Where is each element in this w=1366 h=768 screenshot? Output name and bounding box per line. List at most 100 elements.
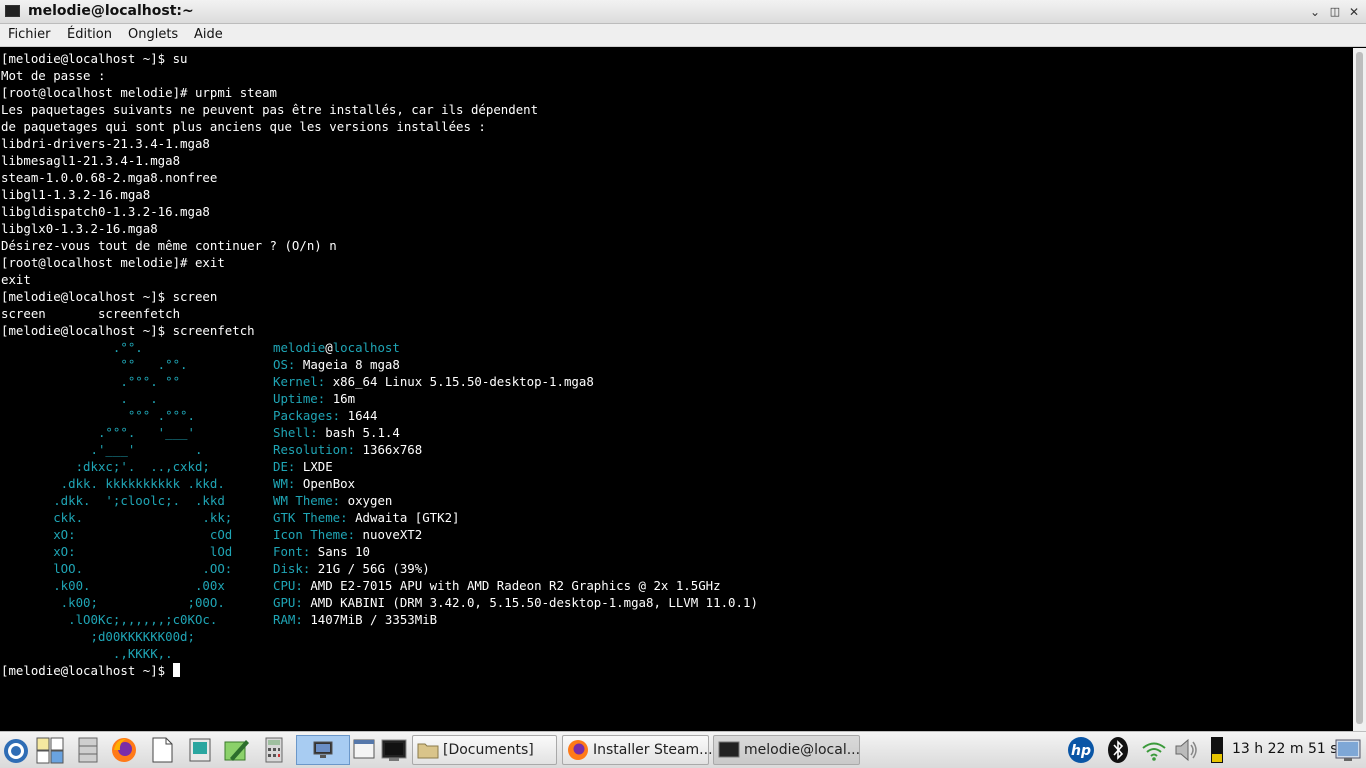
scrollbar-thumb[interactable]: [1356, 52, 1363, 724]
ascii-logo-line: .°°°. °°: [1, 374, 181, 389]
ascii-logo-line: lOO. .OO:: [1, 561, 233, 576]
fetch-sep: [310, 544, 317, 559]
task-terminal[interactable]: melodie@local...: [713, 735, 860, 765]
firefox-icon[interactable]: [110, 736, 138, 764]
fetch-info-line: Kernel: x86_64 Linux 5.15.50-desktop-1.m…: [273, 373, 594, 390]
fetch-host: localhost: [332, 340, 400, 355]
folder-icon: [417, 743, 439, 759]
fetch-value: 21G / 56G (39%): [317, 561, 430, 576]
taskbar: [Documents] Installer Steam... melodie@l…: [0, 731, 1366, 768]
fetch-sep: [325, 374, 332, 389]
terminal-scrollbar[interactable]: [1353, 48, 1366, 731]
fetch-sep: [340, 493, 347, 508]
volume-icon[interactable]: [1172, 736, 1200, 764]
fetch-key: WM:: [273, 476, 296, 491]
pencil-editor-icon[interactable]: [222, 736, 250, 764]
ascii-logo-line: .k00. .00x: [1, 578, 225, 593]
task-firefox[interactable]: Installer Steam...: [562, 735, 713, 765]
ascii-logo-line: °°° .°°°.: [1, 408, 195, 423]
window-list-icon[interactable]: [352, 736, 376, 764]
fetch-sep: [348, 510, 355, 525]
fetch-key: DE:: [273, 459, 296, 474]
fetch-sep: [295, 476, 302, 491]
fetch-sep: [295, 459, 302, 474]
fetch-info-line: Disk: 21G / 56G (39%): [273, 560, 430, 577]
show-desktop-icon[interactable]: [1334, 736, 1362, 764]
image-viewer-icon[interactable]: [186, 736, 214, 764]
ascii-logo-line: .'___' .: [1, 442, 203, 457]
terminal-launcher-icon[interactable]: [380, 736, 408, 764]
terminal-line: [root@localhost melodie]# urpmi steam: [1, 85, 278, 100]
terminal-output[interactable]: [melodie@localhost ~]$ su Mot de passe : […: [0, 48, 1353, 731]
fetch-info-line: WM: OpenBox: [273, 475, 355, 492]
terminal-app-icon: [5, 5, 20, 17]
fetch-key: Font:: [273, 544, 311, 559]
fetch-value: OpenBox: [302, 476, 356, 491]
fetch-user: melodie: [273, 340, 326, 355]
fetch-key: GTK Theme:: [273, 510, 348, 525]
menu-edition[interactable]: Édition: [67, 27, 112, 42]
show-desktop-button[interactable]: [296, 735, 350, 765]
terminal-cursor: [172, 663, 180, 677]
terminal-line: [melodie@localhost ~]$ screen: [1, 289, 218, 304]
maximize-icon[interactable]: ◫: [1326, 3, 1344, 21]
minimize-icon[interactable]: ⌄: [1306, 3, 1324, 21]
task-documents[interactable]: [Documents]: [412, 735, 557, 765]
calculator-icon[interactable]: [260, 736, 288, 764]
fetch-info-line: Packages: 1644: [273, 407, 377, 424]
fetch-info-line: GPU: AMD KABINI (DRM 3.42.0, 5.15.50-des…: [273, 594, 758, 611]
bluetooth-icon[interactable]: [1106, 736, 1130, 764]
ascii-logo-line: xO: cOd: [1, 527, 233, 542]
ascii-logo-line: xO: lOd: [1, 544, 233, 559]
hp-logo-icon[interactable]: hp: [1064, 736, 1098, 764]
ascii-logo-line: :dkxc;'. ..,cxkd;: [1, 459, 210, 474]
ascii-logo-line: °° .°°.: [1, 357, 188, 372]
fetch-value: 1366x768: [362, 442, 423, 457]
menu-fichier[interactable]: Fichier: [8, 27, 51, 42]
terminal-line: Désirez-vous tout de même continuer ? (O…: [1, 238, 337, 253]
terminal-line: exit: [1, 272, 31, 287]
fetch-key: Disk:: [273, 561, 311, 576]
ascii-logo-line: .dkk. kkkkkkkkkk .kkd.: [1, 476, 225, 491]
menu-onglets[interactable]: Onglets: [128, 27, 178, 42]
clock[interactable]: 13 h 22 m 51 s: [1232, 741, 1338, 757]
mageia-menu-icon[interactable]: [2, 736, 30, 764]
svg-text:hp: hp: [1071, 743, 1091, 759]
wifi-icon[interactable]: [1140, 736, 1168, 764]
ascii-logo-line: ckk. .kk;: [1, 510, 233, 525]
fetch-sep: [325, 391, 332, 406]
terminal-icon: [718, 741, 740, 758]
fetch-key: CPU:: [273, 578, 303, 593]
fetch-value: AMD E2-7015 APU with AMD Radeon R2 Graph…: [310, 578, 721, 593]
ascii-logo-line: .°°°. '___': [1, 425, 195, 440]
firefox-icon: [568, 740, 588, 760]
terminal-line: libgl1-1.3.2-16.mga8: [1, 187, 151, 202]
fetch-key: GPU:: [273, 595, 303, 610]
fetch-info-line: Icon Theme: nuoveXT2: [273, 526, 422, 543]
battery-icon[interactable]: [1210, 736, 1224, 764]
terminal-line: libmesagl1-21.3.4-1.mga8: [1, 153, 181, 168]
desktop-icon: [313, 741, 333, 758]
fetch-sep: [340, 408, 347, 423]
menu-bar: Fichier Édition Onglets Aide: [0, 24, 1366, 47]
fetch-key: WM Theme:: [273, 493, 341, 508]
ascii-logo-line: .k00; ;00O.: [1, 595, 225, 610]
fetch-value: 16m: [332, 391, 356, 406]
file-cabinet-icon[interactable]: [74, 736, 102, 764]
fetch-info-line: Uptime: 16m: [273, 390, 355, 407]
close-icon[interactable]: ✕: [1345, 3, 1363, 21]
fetch-value: x86_64 Linux 5.15.50-desktop-1.mga8: [332, 374, 594, 389]
window-titlebar[interactable]: melodie@localhost:~ ⌄ ◫ ✕: [0, 0, 1366, 24]
terminal-prompt-line: [melodie@localhost ~]$: [1, 662, 180, 679]
fetch-value: LXDE: [302, 459, 333, 474]
terminal-line: [melodie@localhost ~]$ su: [1, 51, 188, 66]
task-label: melodie@local...: [744, 742, 861, 758]
fetch-value: bash 5.1.4: [325, 425, 400, 440]
menu-aide[interactable]: Aide: [194, 27, 223, 42]
workspace-switcher-icon[interactable]: [36, 736, 64, 764]
terminal-line: [root@localhost melodie]# exit: [1, 255, 225, 270]
fetch-key: Uptime:: [273, 391, 326, 406]
terminal-line: libglx0-1.3.2-16.mga8: [1, 221, 158, 236]
text-editor-icon[interactable]: [148, 736, 176, 764]
fetch-sep: [310, 561, 317, 576]
